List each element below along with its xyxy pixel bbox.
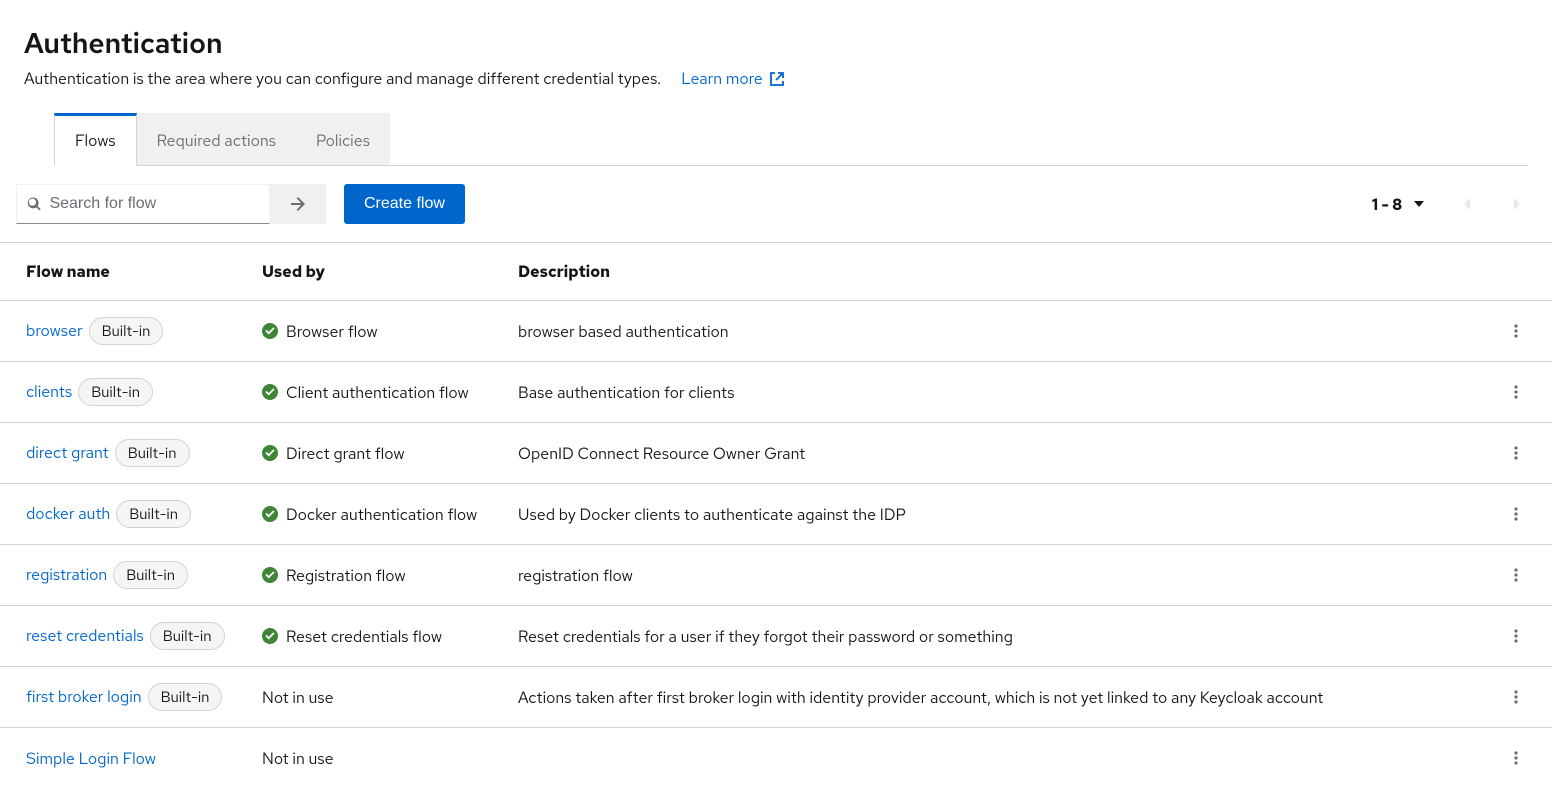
kebab-icon — [1508, 323, 1524, 339]
builtin-badge: Built-in — [113, 561, 188, 589]
used-by-cell: Docker authentication flow — [262, 504, 502, 525]
table-row: direct grant Built-in Direct grant flow Ope… — [0, 423, 1552, 484]
used-by-text: Browser flow — [286, 321, 378, 342]
learn-more-link[interactable]: Learn more — [681, 68, 785, 89]
kebab-icon — [1508, 506, 1524, 522]
toolbar: Create flow 1 - 8 — [0, 166, 1552, 242]
table-row: Simple Login Flow Not in use — [0, 728, 1552, 789]
used-by-cell: Direct grant flow — [262, 443, 502, 464]
col-flow-name: Flow name — [0, 243, 262, 301]
builtin-badge: Built-in — [150, 622, 225, 650]
used-by-cell: Registration flow — [262, 565, 502, 586]
row-actions-button[interactable] — [1500, 620, 1532, 652]
tab-flows[interactable]: Flows — [54, 113, 137, 166]
pagination-next-button[interactable] — [1496, 184, 1536, 224]
caret-down-icon[interactable] — [1414, 199, 1424, 209]
row-actions-button[interactable] — [1500, 559, 1532, 591]
row-actions-button[interactable] — [1500, 376, 1532, 408]
description-cell: Reset credentials for a user if they for… — [518, 606, 1496, 667]
builtin-badge: Built-in — [89, 317, 164, 345]
pagination-prev-button[interactable] — [1448, 184, 1488, 224]
check-circle-icon — [262, 445, 278, 461]
tab-policies[interactable]: Policies — [296, 113, 390, 165]
col-description: Description — [518, 243, 1496, 301]
description-cell: registration flow — [518, 545, 1496, 606]
kebab-icon — [1508, 689, 1524, 705]
description-cell: Actions taken after first broker login w… — [518, 667, 1496, 728]
flow-link[interactable]: direct grant — [26, 442, 109, 463]
description-cell: Base authentication for clients — [518, 362, 1496, 423]
row-actions-button[interactable] — [1500, 437, 1532, 469]
col-used-by: Used by — [262, 243, 518, 301]
table-row: browser Built-in Browser flow browser based… — [0, 301, 1552, 362]
table-row: docker auth Built-in Docker authentication… — [0, 484, 1552, 545]
check-circle-icon — [262, 628, 278, 644]
flow-link[interactable]: Simple Login Flow — [26, 748, 156, 769]
used-by-text: Reset credentials flow — [286, 626, 442, 647]
description-cell — [518, 728, 1496, 789]
learn-more-label: Learn more — [681, 68, 763, 89]
search-box — [16, 184, 270, 224]
create-flow-button[interactable]: Create flow — [344, 184, 465, 224]
flow-link[interactable]: first broker login — [26, 686, 142, 707]
builtin-badge: Built-in — [115, 439, 190, 467]
chevron-left-icon — [1462, 198, 1474, 210]
kebab-icon — [1508, 445, 1524, 461]
used-by-text: Direct grant flow — [286, 443, 405, 464]
page-title: Authentication — [24, 24, 1528, 62]
flow-link[interactable]: clients — [26, 381, 72, 402]
search-submit-button[interactable] — [270, 184, 326, 224]
table-row: clients Built-in Client authentication flo… — [0, 362, 1552, 423]
external-link-icon — [769, 71, 785, 87]
used-by-cell: Browser flow — [262, 321, 502, 342]
used-by-text: Docker authentication flow — [286, 504, 477, 525]
search-input[interactable] — [49, 195, 259, 213]
row-actions-button[interactable] — [1500, 498, 1532, 530]
check-circle-icon — [262, 506, 278, 522]
row-actions-button[interactable] — [1500, 742, 1532, 774]
used-by-cell: Reset credentials flow — [262, 626, 502, 647]
pagination-range: 1 - 8 — [1372, 194, 1402, 215]
pagination: 1 - 8 — [1372, 184, 1536, 224]
builtin-badge: Built-in — [116, 500, 191, 528]
description-cell: browser based authentication — [518, 301, 1496, 362]
row-actions-button[interactable] — [1500, 681, 1532, 713]
table-row: registration Built-in Registration flow reg… — [0, 545, 1552, 606]
flow-link[interactable]: browser — [26, 320, 83, 341]
flow-link[interactable]: registration — [26, 564, 107, 585]
check-circle-icon — [262, 323, 278, 339]
used-by-text: Not in use — [262, 687, 334, 708]
table-row: reset credentials Built-in Reset credentia… — [0, 606, 1552, 667]
kebab-icon — [1508, 567, 1524, 583]
used-by-cell: Not in use — [262, 748, 502, 769]
flow-link[interactable]: reset credentials — [26, 625, 144, 646]
used-by-text: Not in use — [262, 748, 334, 769]
kebab-icon — [1508, 628, 1524, 644]
used-by-cell: Not in use — [262, 687, 502, 708]
kebab-icon — [1508, 750, 1524, 766]
check-circle-icon — [262, 384, 278, 400]
row-actions-button[interactable] — [1500, 315, 1532, 347]
flow-link[interactable]: docker auth — [26, 503, 110, 524]
description-cell: Used by Docker clients to authenticate a… — [518, 484, 1496, 545]
arrow-right-icon — [290, 196, 306, 212]
description-cell: OpenID Connect Resource Owner Grant — [518, 423, 1496, 484]
used-by-text: Registration flow — [286, 565, 406, 586]
builtin-badge: Built-in — [78, 378, 153, 406]
table-row: first broker login Built-in Not in use Acti… — [0, 667, 1552, 728]
check-circle-icon — [262, 567, 278, 583]
builtin-badge: Built-in — [148, 683, 223, 711]
page-subtitle: Authentication is the area where you can… — [24, 68, 661, 89]
search-icon — [27, 196, 41, 212]
tab-required-actions[interactable]: Required actions — [137, 113, 296, 165]
flows-table: Flow name Used by Description browser Bui… — [0, 243, 1552, 788]
chevron-right-icon — [1510, 198, 1522, 210]
kebab-icon — [1508, 384, 1524, 400]
used-by-cell: Client authentication flow — [262, 382, 502, 403]
used-by-text: Client authentication flow — [286, 382, 469, 403]
tabs: FlowsRequired actionsPolicies — [54, 113, 1528, 166]
